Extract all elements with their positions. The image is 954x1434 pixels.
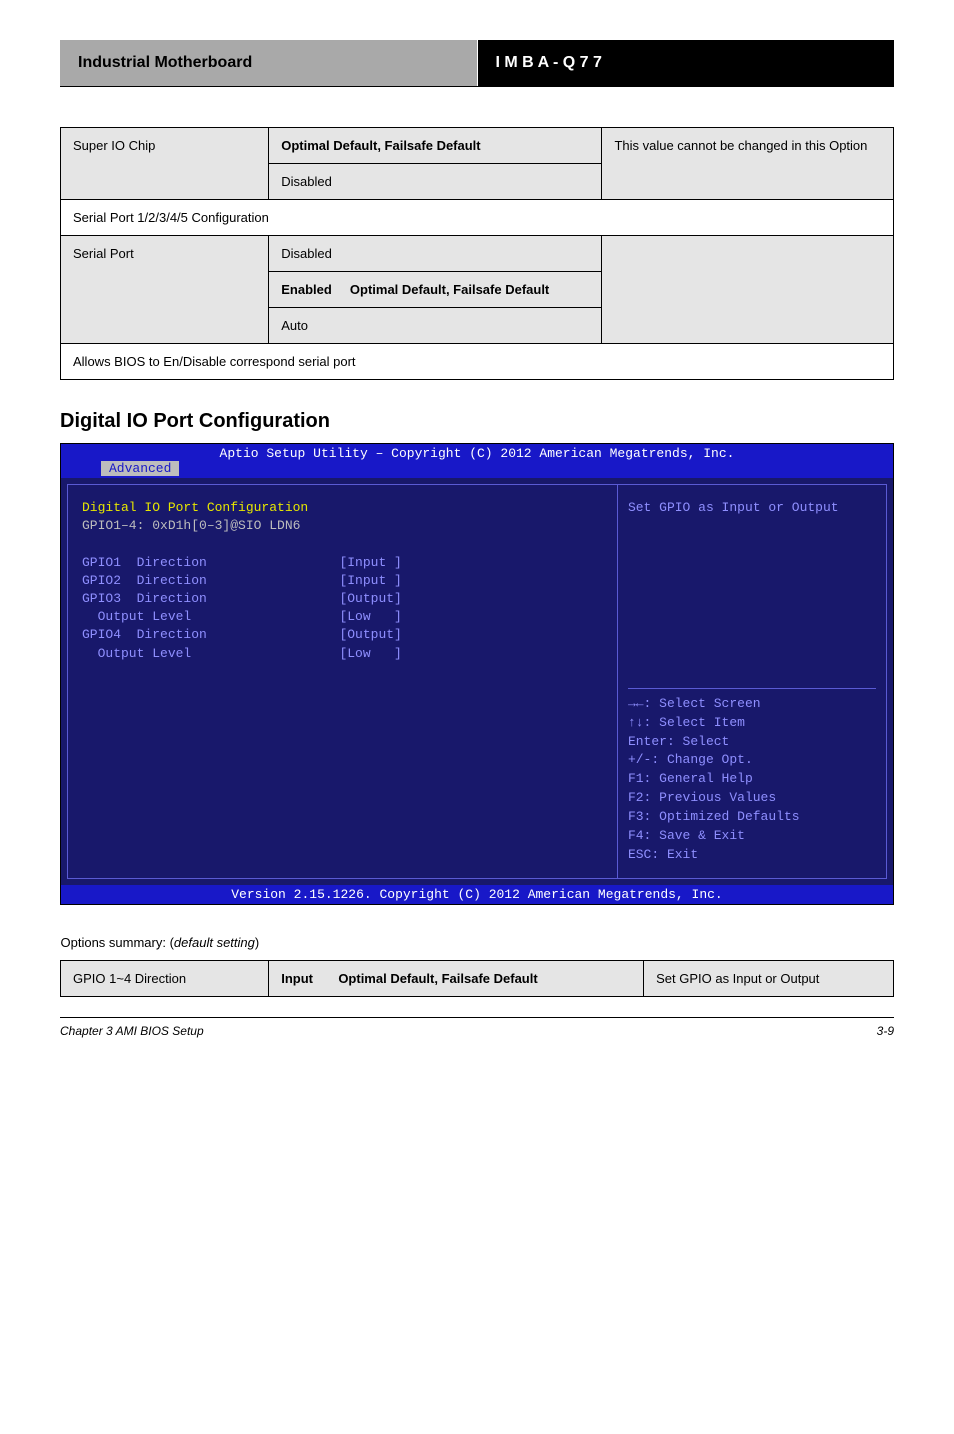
- header-left: Industrial Motherboard: [60, 40, 478, 86]
- footer-right: 3-9: [877, 1024, 894, 1038]
- cell-serialconf: Serial Port 1/2/3/4/5 Configuration: [73, 210, 269, 225]
- cell-disabled2: Disabled: [281, 246, 332, 261]
- bios-right-panel: Set GPIO as Input or Output →←: Select S…: [618, 485, 886, 878]
- header-right-prefix: I M B A: [496, 54, 549, 71]
- header-right: I M B A - Q 7 7: [478, 40, 895, 86]
- bios-tab-row: Advanced: [61, 461, 893, 478]
- bios-tab-advanced[interactable]: Advanced: [101, 461, 179, 476]
- section-title: Digital IO Port Configuration: [60, 410, 894, 433]
- bios-help: →←: Select Screen ↑↓: Select Item Enter:…: [628, 688, 876, 865]
- cell-enabled: Enabled: [281, 282, 332, 297]
- opts-summary-italic: default setting: [174, 935, 255, 950]
- options-table-1: Super IO Chip Optimal Default, Failsafe …: [60, 127, 894, 380]
- footer-left: Chapter 3 AMI BIOS Setup: [60, 1024, 204, 1038]
- cell-note1: This value cannot be changed in this Opt…: [614, 138, 867, 153]
- header-right-suffix: - Q 7 7: [553, 54, 602, 71]
- bios-row-2[interactable]: GPIO3 Direction [Output]: [82, 591, 402, 606]
- page-header: Industrial Motherboard I M B A - Q 7 7: [60, 40, 894, 87]
- cell-optimal1: Optimal Default, Failsafe Default: [281, 138, 480, 153]
- bios-screenshot: Aptio Setup Utility – Copyright (C) 2012…: [60, 443, 894, 905]
- bios-bottombar: Version 2.15.1226. Copyright (C) 2012 Am…: [61, 885, 893, 904]
- options-table-2: Options summary: (default setting) GPIO …: [60, 925, 894, 997]
- t2-c2: Input: [281, 971, 313, 986]
- cell-desc1: Allows BIOS to En/Disable correspond ser…: [73, 354, 356, 369]
- bios-row-5[interactable]: Output Level [Low ]: [82, 646, 402, 661]
- bios-row-0[interactable]: GPIO1 Direction [Input ]: [82, 555, 402, 570]
- bios-row-4[interactable]: GPIO4 Direction [Output]: [82, 627, 402, 642]
- cell-optimal2: Optimal Default, Failsafe Default: [350, 282, 549, 297]
- opts-summary-end: ): [255, 935, 259, 950]
- bios-row-1[interactable]: GPIO2 Direction [Input ]: [82, 573, 402, 588]
- bios-left-panel: Digital IO Port Configuration GPIO1–4: 0…: [68, 485, 618, 878]
- t2-c1: GPIO 1~4 Direction: [73, 971, 186, 986]
- t2-c2b: Optimal Default, Failsafe Default: [338, 971, 537, 986]
- bios-row-3[interactable]: Output Level [Low ]: [82, 609, 402, 624]
- t2-c3: Set GPIO as Input or Output: [656, 971, 819, 986]
- bios-right-desc: Set GPIO as Input or Output: [628, 499, 876, 518]
- cell-auto: Auto: [281, 318, 308, 333]
- bios-left-sub: GPIO1–4: 0xD1h[0–3]@SIO LDN6: [82, 518, 300, 533]
- bios-topbar: Aptio Setup Utility – Copyright (C) 2012…: [61, 444, 893, 461]
- page-footer: Chapter 3 AMI BIOS Setup 3-9: [60, 1017, 894, 1038]
- cell-superio: Super IO Chip: [73, 138, 155, 153]
- cell-serialport: Serial Port: [73, 246, 134, 261]
- opts-summary-label: Options summary: (: [61, 935, 174, 950]
- cell-disabled1: Disabled: [281, 174, 332, 189]
- bios-left-title: Digital IO Port Configuration: [82, 500, 308, 515]
